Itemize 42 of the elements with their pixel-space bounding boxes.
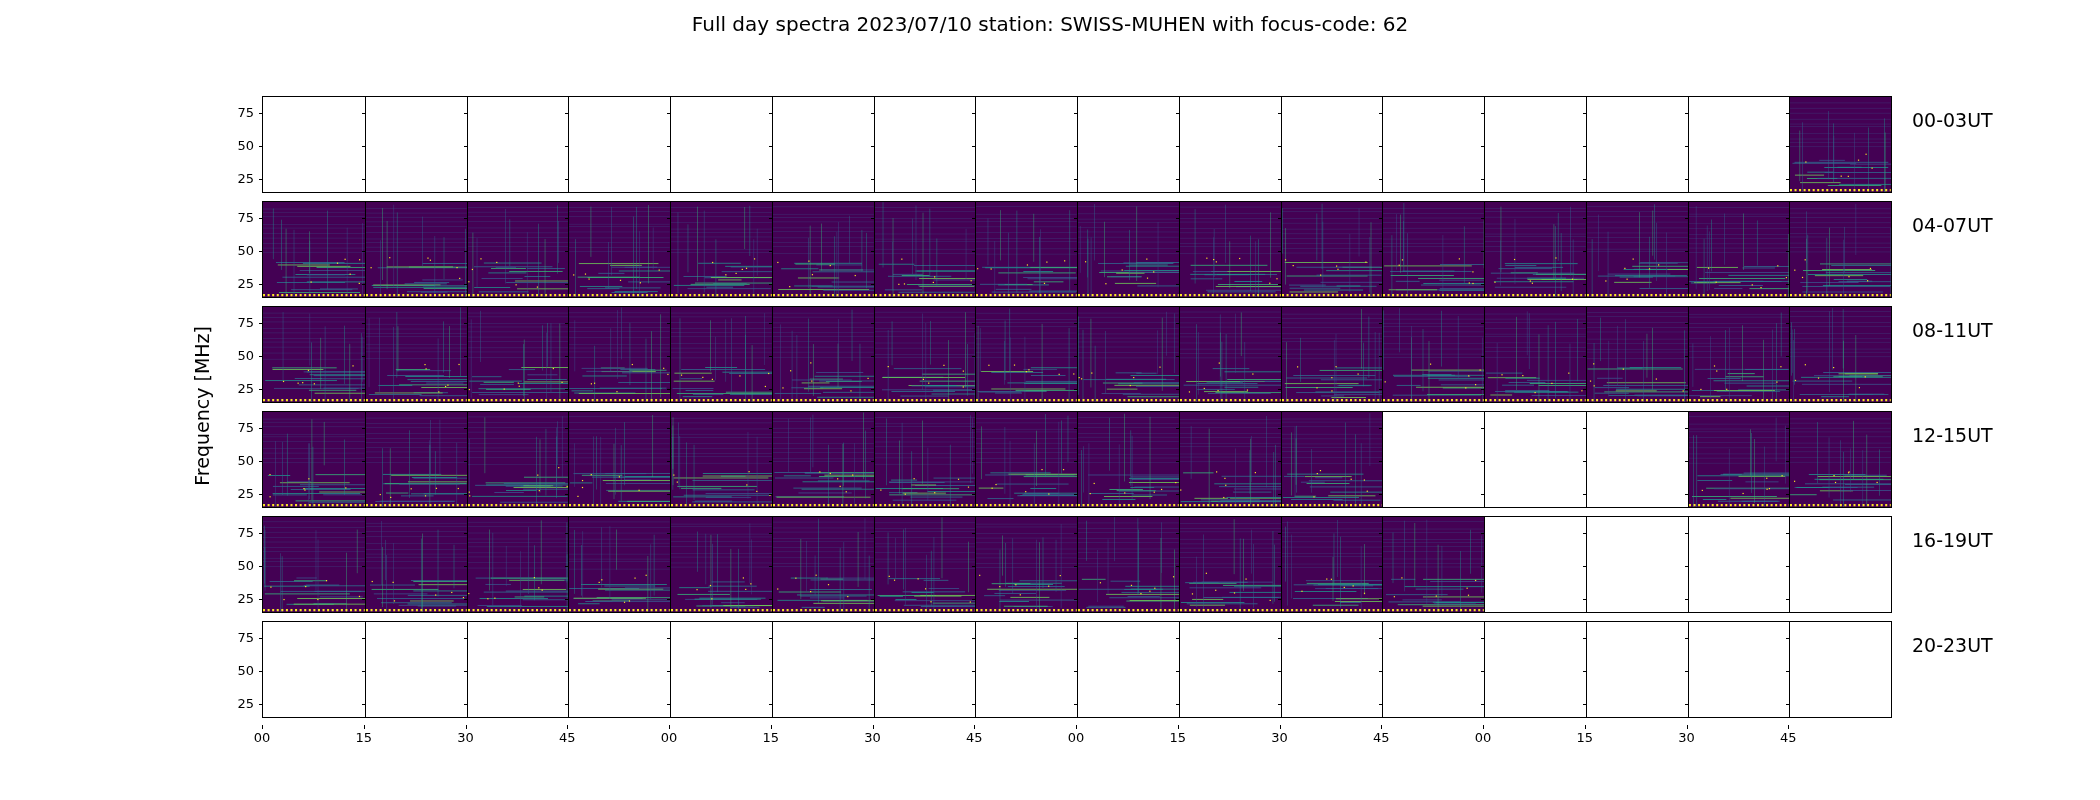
y-tick-label: 25 bbox=[237, 382, 254, 397]
y-tick-label: 25 bbox=[237, 697, 254, 712]
time-range-label: 04-07UT bbox=[1912, 214, 1993, 236]
time-range-label: 00-03UT bbox=[1912, 109, 1993, 131]
y-tick-label: 25 bbox=[237, 277, 254, 292]
y-axis-label: Frequency [MHz] bbox=[191, 325, 213, 486]
x-tick-label: 15 bbox=[355, 730, 372, 745]
y-tick-label: 25 bbox=[237, 487, 254, 502]
x-tick-label: 45 bbox=[966, 730, 983, 745]
y-tick-label: 50 bbox=[237, 139, 254, 154]
y-tick-label: 50 bbox=[237, 349, 254, 364]
y-tick-label: 50 bbox=[237, 559, 254, 574]
y-tick-label: 75 bbox=[237, 211, 254, 226]
y-tick-label: 50 bbox=[237, 664, 254, 679]
time-range-label: 12-15UT bbox=[1912, 424, 1993, 446]
x-tick-label: 15 bbox=[762, 730, 779, 745]
y-tick-label: 75 bbox=[237, 421, 254, 436]
y-tick-label: 75 bbox=[237, 316, 254, 331]
y-tick-label: 25 bbox=[237, 172, 254, 187]
x-tick-label: 30 bbox=[457, 730, 474, 745]
y-tick-label: 25 bbox=[237, 592, 254, 607]
x-tick-label: 15 bbox=[1576, 730, 1593, 745]
x-tick-label: 00 bbox=[1474, 730, 1492, 745]
x-tick-label: 00 bbox=[253, 730, 271, 745]
x-tick-label: 45 bbox=[1780, 730, 1797, 745]
time-range-label: 20-23UT bbox=[1912, 634, 1993, 656]
x-tick-label: 45 bbox=[559, 730, 576, 745]
x-tick-label: 30 bbox=[1271, 730, 1288, 745]
x-tick-label: 00 bbox=[1067, 730, 1085, 745]
time-range-label: 16-19UT bbox=[1912, 529, 1993, 551]
x-tick-label: 30 bbox=[864, 730, 881, 745]
x-tick-label: 45 bbox=[1373, 730, 1390, 745]
x-tick-label: 30 bbox=[1678, 730, 1695, 745]
x-tick-label: 00 bbox=[660, 730, 678, 745]
y-tick-label: 75 bbox=[237, 526, 254, 541]
y-tick-label: 50 bbox=[237, 454, 254, 469]
figure-title: Full day spectra 2023/07/10 station: SWISS-MUHEN with focus-code: 62 bbox=[690, 12, 1410, 38]
y-tick-label: 75 bbox=[237, 631, 254, 646]
time-range-label: 08-11UT bbox=[1912, 319, 1993, 341]
y-tick-label: 75 bbox=[237, 106, 254, 121]
x-tick-label: 15 bbox=[1169, 730, 1186, 745]
y-tick-label: 50 bbox=[237, 244, 254, 259]
